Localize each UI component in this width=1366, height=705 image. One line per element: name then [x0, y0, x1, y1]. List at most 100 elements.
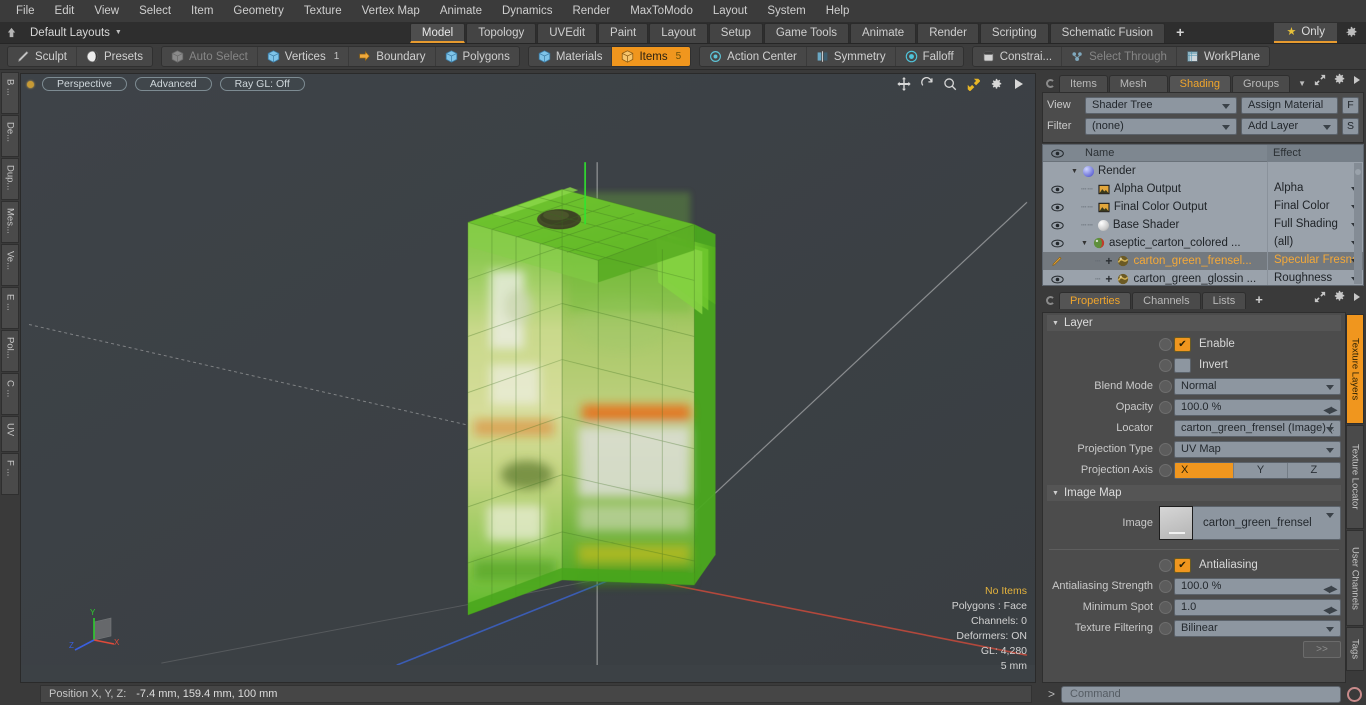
shader-tree-row[interactable]: ┄┄ Final Color Output Final Color: [1043, 198, 1363, 216]
gear-icon[interactable]: [1333, 290, 1346, 306]
menu-item-view[interactable]: View: [84, 0, 129, 22]
assign-material-button[interactable]: Assign Material: [1241, 96, 1338, 114]
projection-axis-segmented[interactable]: XYZ: [1174, 461, 1341, 479]
left-vtab-8[interactable]: UV: [1, 416, 19, 452]
right-vtab-tags[interactable]: Tags: [1346, 627, 1364, 671]
panel-tab-items[interactable]: Items: [1058, 75, 1108, 92]
layout-tab-setup[interactable]: Setup: [708, 22, 763, 43]
toolbar-button-materials[interactable]: Materials: [529, 47, 613, 66]
layout-tab-model[interactable]: Model: [409, 22, 466, 43]
shader-tree-row-effect[interactable]: Full Shading: [1267, 216, 1363, 234]
shader-tree-row-effect[interactable]: Final Color: [1267, 198, 1363, 216]
properties-tab-channels[interactable]: Channels: [1132, 292, 1201, 309]
left-vtab-7[interactable]: C ...: [1, 373, 19, 415]
layout-tab-paint[interactable]: Paint: [598, 22, 649, 43]
invert-checkbox[interactable]: [1174, 357, 1191, 373]
left-vtab-3[interactable]: Mes...: [1, 201, 19, 243]
aa-strength-knob[interactable]: [1159, 579, 1172, 593]
expand-plus-icon[interactable]: +: [1105, 272, 1112, 285]
min-spot-field[interactable]: 1.0 ◀▶: [1174, 598, 1341, 618]
home-icon[interactable]: [0, 23, 22, 43]
toolbar-button-workplane[interactable]: WorkPlane: [1177, 47, 1269, 66]
spinner-icon[interactable]: ◀▶: [1323, 603, 1337, 618]
toolbar-button-sculpt[interactable]: Sculpt: [8, 47, 77, 66]
image-dropdown[interactable]: carton_green_frensel: [1193, 506, 1341, 540]
3d-viewport[interactable]: Perspective Advanced Ray GL: Off Y X Z N…: [20, 73, 1036, 683]
play-icon[interactable]: [1012, 77, 1026, 91]
forward-button[interactable]: >>: [1303, 640, 1341, 658]
panel-tab-groups[interactable]: Groups: [1232, 75, 1291, 92]
toolbar-button-auto-select[interactable]: Auto Select: [162, 47, 258, 66]
viewport-raygl-button[interactable]: Ray GL: Off: [219, 77, 305, 91]
panel-menu-icon[interactable]: [1046, 296, 1055, 305]
section-layer[interactable]: ▼ Layer: [1047, 315, 1341, 331]
opacity-field[interactable]: 100.0 % ◀▶: [1174, 398, 1341, 418]
projection-axis-option-y[interactable]: Y: [1234, 462, 1288, 478]
projection-axis-option-x[interactable]: X: [1175, 462, 1235, 478]
blend-mode-dropdown[interactable]: Normal: [1174, 377, 1341, 395]
play-icon[interactable]: [1353, 292, 1361, 305]
left-vtab-0[interactable]: B ...: [1, 72, 19, 114]
panel-tab-mesh[interactable]: Mesh ...: [1108, 75, 1168, 106]
enable-knob[interactable]: [1159, 337, 1172, 351]
eye-icon[interactable]: [1043, 275, 1071, 284]
shader-tree-row[interactable]: ┄ + carton_green_frensel... Specular Fresne…: [1043, 252, 1363, 270]
spinner-icon[interactable]: ◀▶: [1323, 403, 1337, 418]
texture-filtering-knob[interactable]: [1159, 621, 1172, 635]
twist-down-icon[interactable]: ▼: [1071, 168, 1078, 175]
right-vtab-texture-layers[interactable]: Texture Layers: [1346, 314, 1364, 424]
menu-item-geometry[interactable]: Geometry: [223, 0, 294, 22]
gear-icon[interactable]: [989, 77, 1003, 91]
filter-dropdown[interactable]: (none): [1085, 117, 1237, 135]
min-spot-knob[interactable]: [1159, 600, 1172, 614]
right-vtab-user-channels[interactable]: User Channels: [1346, 530, 1364, 626]
locator-dropdown[interactable]: carton_green_frensel (Image) (...: [1174, 419, 1341, 437]
layout-tab-uvedit[interactable]: UVEdit: [537, 22, 598, 43]
toolbar-button-constrai[interactable]: Constrai...: [973, 47, 1063, 66]
blend-mode-knob[interactable]: [1159, 379, 1172, 393]
rotate-icon[interactable]: [920, 77, 934, 91]
menu-item-edit[interactable]: Edit: [45, 0, 85, 22]
add-tab-button[interactable]: +: [1247, 292, 1271, 309]
zoom-icon[interactable]: [943, 77, 957, 91]
panel-menu-icon[interactable]: [1046, 79, 1055, 88]
expand-icon[interactable]: [1314, 74, 1326, 89]
menu-item-maxtomodo[interactable]: MaxToModo: [620, 0, 703, 22]
eye-icon[interactable]: [1043, 203, 1071, 212]
shader-tree[interactable]: Name Effect ▼ Render ┄┄ Alpha Output Alpha ┄┄…: [1042, 144, 1364, 286]
chevron-down-icon[interactable]: ▼: [1291, 75, 1313, 92]
section-image-map[interactable]: ▼ Image Map: [1047, 485, 1341, 501]
shader-tree-row[interactable]: ┄┄ Alpha Output Alpha: [1043, 180, 1363, 198]
command-input[interactable]: Command: [1061, 685, 1341, 703]
viewport-advanced-button[interactable]: Advanced: [134, 77, 212, 91]
menu-item-help[interactable]: Help: [816, 0, 860, 22]
filter-s-button[interactable]: S: [1342, 117, 1359, 135]
projection-type-dropdown[interactable]: UV Map: [1174, 440, 1341, 458]
invert-knob[interactable]: [1159, 358, 1172, 372]
shader-tree-row[interactable]: ┄┄ Base Shader Full Shading: [1043, 216, 1363, 234]
toolbar-button-presets[interactable]: Presets: [77, 47, 152, 66]
opacity-knob[interactable]: [1159, 400, 1172, 414]
properties-tab-properties[interactable]: Properties: [1059, 292, 1132, 309]
antialiasing-checkbox[interactable]: ✔: [1174, 557, 1191, 573]
menu-item-system[interactable]: System: [757, 0, 815, 22]
filter-f-button[interactable]: F: [1342, 96, 1359, 114]
expand-icon[interactable]: [1314, 291, 1326, 306]
eye-icon[interactable]: [1043, 221, 1071, 230]
antialiasing-knob[interactable]: [1159, 558, 1172, 572]
panel-tab-shading[interactable]: Shading: [1168, 75, 1231, 92]
shader-tree-row[interactable]: ▼ aseptic_carton_colored ... (all): [1043, 234, 1363, 252]
add-layout-tab-button[interactable]: +: [1166, 23, 1194, 43]
menu-item-animate[interactable]: Animate: [430, 0, 492, 22]
toolbar-button-polygons[interactable]: Polygons: [436, 47, 519, 66]
gear-icon[interactable]: [1339, 23, 1363, 43]
menu-item-texture[interactable]: Texture: [294, 0, 352, 22]
brush-icon[interactable]: [1043, 256, 1071, 267]
menu-item-item[interactable]: Item: [181, 0, 223, 22]
toolbar-button-falloff[interactable]: Falloff: [896, 47, 963, 66]
right-vtab-texture-locator[interactable]: Texture Locator: [1346, 425, 1364, 529]
add-layer-dropdown[interactable]: Add Layer: [1241, 117, 1338, 135]
shader-tree-row-effect[interactable]: Roughness: [1267, 270, 1363, 285]
menu-item-select[interactable]: Select: [129, 0, 181, 22]
shader-tree-scrollbar[interactable]: [1354, 163, 1362, 284]
